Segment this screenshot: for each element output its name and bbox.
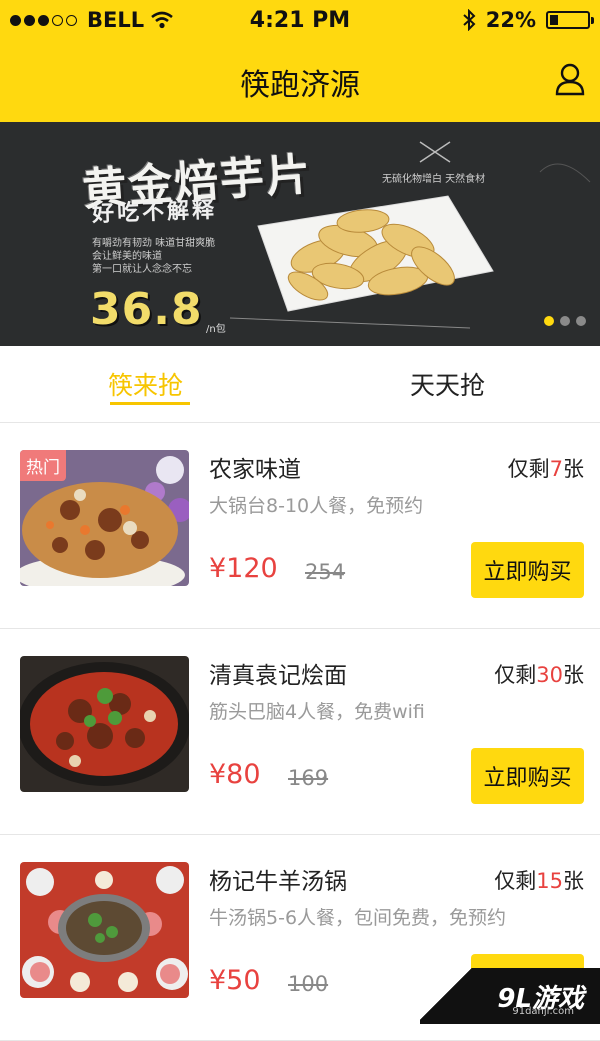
tab-kuailaiqiang[interactable]: 筷来抢 — [108, 366, 183, 402]
deal-card[interactable]: 清真袁记烩面 筋头巴脑4人餐，免费wifi 仅剩30张 ¥80 169 立即购买 — [0, 629, 600, 835]
banner-note: 无硫化物增白 天然食材 — [382, 174, 486, 185]
battery-icon — [546, 11, 594, 29]
deal-remaining: 仅剩30张 — [494, 663, 584, 687]
page-title: 筷跑济源 — [240, 68, 360, 103]
banner-pager[interactable] — [544, 316, 586, 326]
top-bar: BELL 4:21 PM 22% 筷跑济源 — [0, 0, 600, 122]
remaining-count: 7 — [549, 457, 563, 481]
tab-tiantianqiang[interactable]: 天天抢 — [410, 366, 485, 402]
deal-original-price: 254 — [305, 560, 346, 584]
promo-banner[interactable]: 黄金焙芋片 好吃不解释 有嚼劲有韧劲 味道甘甜爽脆 会让鲜美的味道 第一口就让人… — [0, 122, 600, 346]
deal-name: 杨记牛羊汤锅 — [209, 869, 347, 895]
pager-dot[interactable] — [560, 316, 570, 326]
buy-now-button[interactable]: 立即购买 — [471, 748, 584, 804]
deal-price: ¥50 — [209, 965, 261, 996]
deal-image-noodles — [20, 656, 189, 792]
banner-subtitle: 好吃不解释 — [91, 197, 218, 228]
status-bar: BELL 4:21 PM 22% — [0, 0, 600, 40]
remaining-count: 15 — [536, 869, 563, 893]
watermark-logo: 9L游戏 91danji.com — [420, 968, 600, 1024]
active-tab-indicator — [110, 402, 190, 405]
user-icon — [555, 63, 585, 96]
deal-original-price: 169 — [288, 766, 329, 790]
deal-desc: 大锅台8-10人餐，免预约 — [209, 495, 424, 517]
deal-original-price: 100 — [288, 972, 329, 996]
hot-badge: 热门 — [20, 450, 66, 481]
deal-price: ¥80 — [209, 759, 261, 790]
deal-image-hotpot — [20, 862, 189, 998]
status-right: 22% — [462, 8, 594, 32]
deal-remaining: 仅剩15张 — [494, 869, 584, 893]
battery-percent: 22% — [485, 8, 536, 32]
pager-dot[interactable] — [544, 316, 554, 326]
user-profile-button[interactable] — [554, 62, 586, 96]
deal-desc: 牛汤锅5-6人餐，包间免费，免预约 — [209, 907, 507, 929]
deal-remaining: 仅剩7张 — [507, 457, 584, 481]
banner-price: 36.8 — [90, 284, 203, 335]
deal-price: ¥120 — [209, 553, 278, 584]
banner-unit: /n包 — [206, 324, 226, 335]
tab-bar: 筷来抢 天天抢 — [0, 346, 600, 423]
pager-dot[interactable] — [576, 316, 586, 326]
bluetooth-icon — [463, 9, 476, 31]
watermark-url: 91danji.com — [512, 1006, 574, 1017]
banner-blurb-3: 第一口就让人念念不忘 — [92, 264, 192, 275]
chips-plate-image — [257, 195, 494, 312]
remaining-count: 30 — [536, 663, 563, 687]
buy-now-button[interactable]: 立即购买 — [471, 542, 584, 598]
deal-name: 清真袁记烩面 — [209, 663, 347, 689]
deal-card[interactable]: 热门 农家味道 大锅台8-10人餐，免预约 仅剩7张 ¥120 254 立即购买 — [0, 423, 600, 629]
battery-fill — [550, 15, 558, 25]
deal-desc: 筋头巴脑4人餐，免费wifi — [209, 701, 425, 723]
deal-name: 农家味道 — [209, 457, 301, 483]
deal-image-rice: 热门 — [20, 450, 189, 586]
